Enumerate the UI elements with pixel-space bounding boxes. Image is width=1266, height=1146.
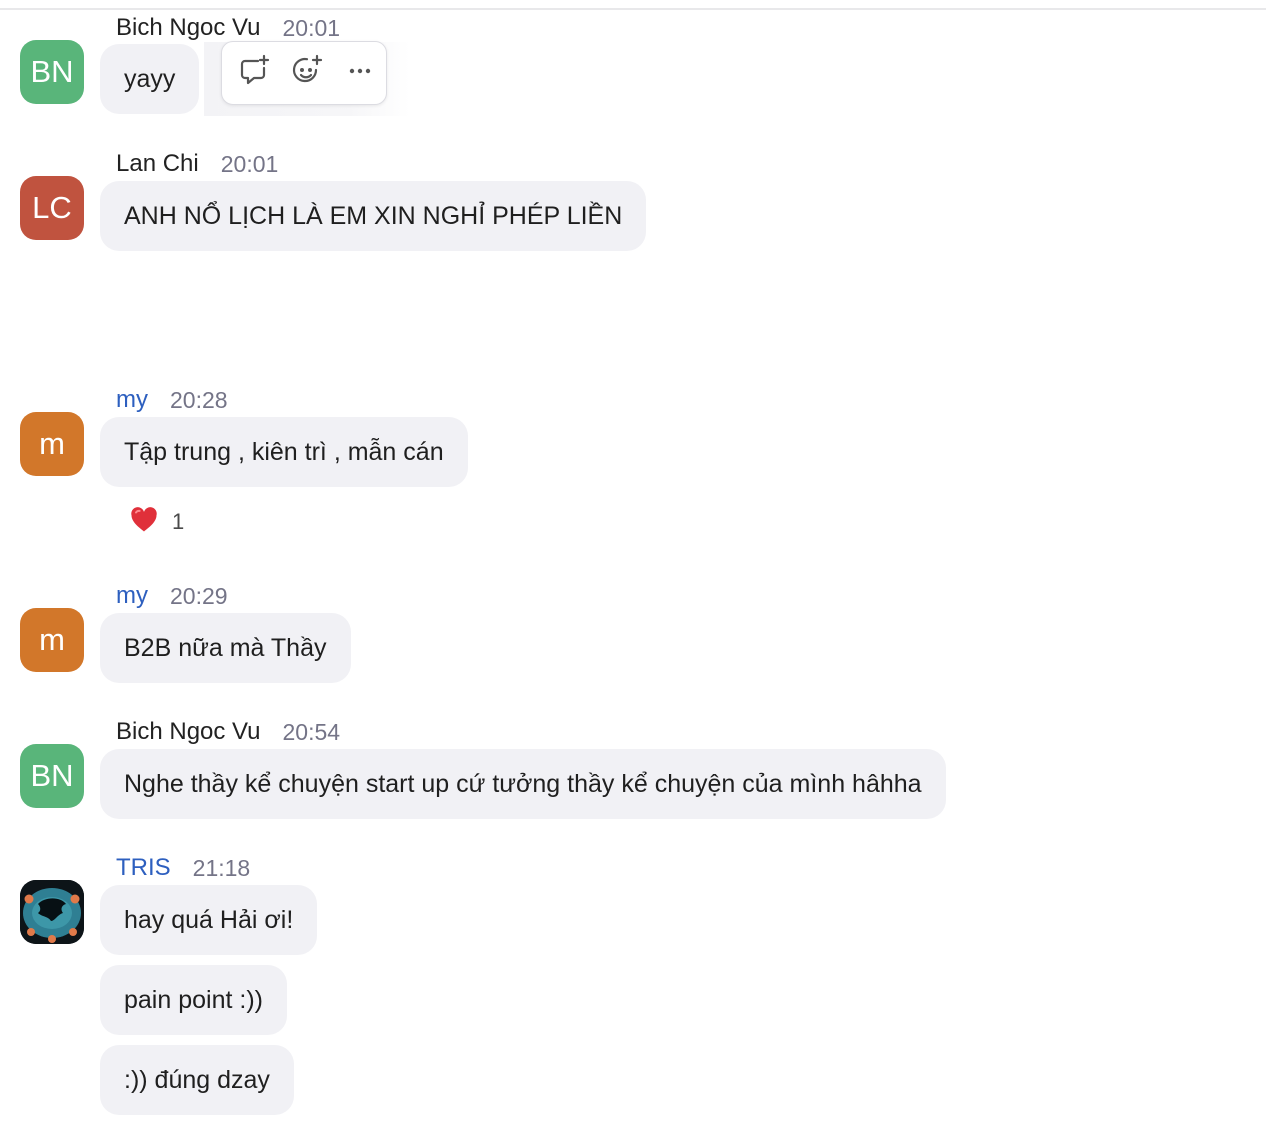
message-bubble[interactable]: yayy	[100, 44, 200, 114]
sender-name[interactable]: Lan Chi	[116, 150, 199, 178]
sender-name[interactable]: my	[116, 386, 148, 414]
more-options-icon	[343, 54, 377, 93]
top-divider	[0, 8, 1266, 10]
message-header: my 20:28	[116, 385, 228, 415]
timestamp: 20:54	[282, 718, 341, 745]
timestamp: 20:28	[170, 386, 228, 413]
more-options-button[interactable]	[335, 47, 386, 99]
sender-name[interactable]: TRIS	[116, 854, 171, 882]
reply-in-thread-button[interactable]	[228, 47, 279, 99]
timestamp: 20:01	[220, 150, 279, 177]
avatar[interactable]	[20, 880, 84, 944]
message-bubble[interactable]: Nghe thầy kể chuyện start up cứ tưởng th…	[100, 749, 946, 819]
add-reaction-icon	[290, 54, 324, 93]
timestamp: 21:18	[192, 854, 251, 881]
sender-name[interactable]: Bich Ngoc Vu	[116, 718, 261, 746]
message-bubble[interactable]: Tập trung , kiên trì , mẫn cán	[100, 417, 468, 487]
message-header: Bich Ngoc Vu 20:54	[116, 717, 340, 747]
message-bubble[interactable]: B2B nữa mà Thầy	[100, 613, 351, 683]
reaction-chip[interactable]: 1	[120, 502, 194, 542]
heart-emoji-icon	[130, 506, 158, 538]
avatar[interactable]: m	[20, 412, 84, 476]
sender-name[interactable]: Bich Ngoc Vu	[116, 14, 261, 42]
reaction-count: 1	[172, 509, 185, 534]
timestamp: 20:01	[282, 14, 341, 41]
message-bubble[interactable]: hay quá Hải ơi!	[100, 885, 318, 955]
message-hover-toolbar	[221, 41, 387, 105]
sender-name[interactable]: my	[116, 582, 148, 610]
message-bubble[interactable]: pain point :))	[100, 965, 287, 1035]
message-header: Bich Ngoc Vu 20:01	[116, 13, 340, 43]
reply-in-thread-icon	[237, 54, 271, 93]
message-bubble[interactable]: ANH NỔ LỊCH LÀ EM XIN NGHỈ PHÉP LIỀN	[100, 181, 647, 251]
timestamp: 20:29	[170, 582, 228, 609]
message-header: Lan Chi 20:01	[116, 149, 278, 179]
avatar[interactable]: BN	[20, 40, 84, 104]
profile-picture-icon	[20, 880, 84, 944]
avatar[interactable]: m	[20, 608, 84, 672]
add-reaction-button[interactable]	[281, 47, 332, 99]
avatar[interactable]: BN	[20, 744, 84, 808]
avatar[interactable]: LC	[20, 176, 84, 240]
message-bubble[interactable]: :)) đúng dzay	[100, 1045, 294, 1115]
message-header: TRIS 21:18	[116, 853, 250, 883]
message-header: my 20:29	[116, 581, 228, 611]
